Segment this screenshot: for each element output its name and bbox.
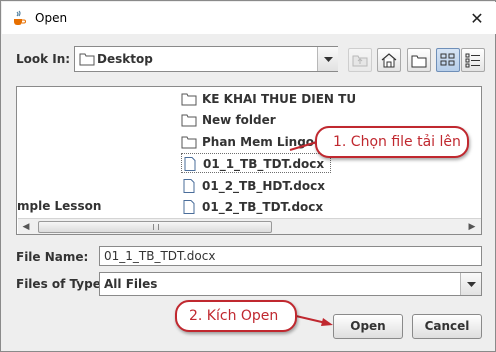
list-view-button[interactable] <box>436 48 460 72</box>
home-button[interactable] <box>377 48 401 72</box>
list-item-label: New folder <box>202 113 276 127</box>
folder-icon <box>181 114 197 127</box>
cancel-button[interactable]: Cancel <box>412 314 482 339</box>
files-of-type-value: All Files <box>104 277 158 291</box>
file-icon <box>183 179 195 193</box>
scrollbar-thumb[interactable] <box>38 221 272 233</box>
callout-step-1: 1. Chọn file tải lên <box>315 126 469 158</box>
list-item-folder[interactable]: KE KHAI THUE DIEN TU <box>181 89 381 109</box>
look-in-dropdown[interactable]: Desktop <box>74 46 338 72</box>
list-item-label: KE KHAI THUE DIEN TU <box>202 92 357 106</box>
list-item-file-selected[interactable]: 01_1_TB_TDT.docx <box>181 153 331 173</box>
look-in-label: Look In: <box>16 52 71 66</box>
chevron-down-icon[interactable] <box>317 47 338 71</box>
file-icon <box>183 200 195 214</box>
file-name-input[interactable] <box>99 246 482 266</box>
callout-text: 2. Kích Open <box>189 308 279 324</box>
grip-icon <box>153 224 159 230</box>
files-of-type-dropdown[interactable]: All Files <box>99 272 482 296</box>
close-button[interactable]: ✕ <box>458 3 496 35</box>
file-name-label: File Name: <box>16 250 89 264</box>
list-item-label: 01_1_TB_TDT.docx <box>203 157 325 171</box>
java-cup-icon <box>14 10 26 25</box>
home-icon <box>381 53 397 68</box>
window-title: Open <box>35 11 68 25</box>
details-view-icon <box>465 53 480 68</box>
list-item-file[interactable]: 01_2_TB_HDT.docx <box>181 176 381 196</box>
up-one-level-button[interactable] <box>348 48 372 72</box>
details-view-button[interactable] <box>461 48 485 72</box>
up-folder-icon <box>352 55 368 67</box>
callout-text: 1. Chọn file tải lên <box>333 134 461 150</box>
chevron-down-icon[interactable] <box>460 273 481 295</box>
list-view-icon <box>440 53 455 66</box>
title-bar: Open ✕ <box>2 2 496 34</box>
list-item-label: Phan Mem Lingoes <box>202 135 330 149</box>
files-of-type-label: Files of Type: <box>16 277 106 291</box>
list-item-file[interactable]: 01_2_TB_TDT.docx <box>181 197 381 217</box>
list-item[interactable]: mple Lesson <box>17 199 101 213</box>
scroll-right-arrow-icon[interactable]: ▶ <box>464 219 480 234</box>
create-new-folder-button[interactable] <box>407 48 431 72</box>
folder-icon <box>181 136 197 149</box>
folder-icon <box>181 93 197 106</box>
look-in-value: Desktop <box>97 52 153 66</box>
file-list[interactable]: mple Lesson KE KHAI THUE DIEN TU New fol… <box>16 86 482 235</box>
new-folder-icon <box>411 55 427 68</box>
horizontal-scrollbar[interactable]: ◀ ▶ <box>18 218 481 234</box>
file-icon <box>184 157 196 171</box>
open-button[interactable]: Open <box>333 314 403 339</box>
list-item-label: 01_2_TB_HDT.docx <box>202 179 325 193</box>
scroll-left-arrow-icon[interactable]: ◀ <box>18 219 34 234</box>
list-item-label: 01_2_TB_TDT.docx <box>202 200 324 214</box>
folder-icon <box>79 53 95 66</box>
callout-step-2: 2. Kích Open <box>175 300 297 332</box>
